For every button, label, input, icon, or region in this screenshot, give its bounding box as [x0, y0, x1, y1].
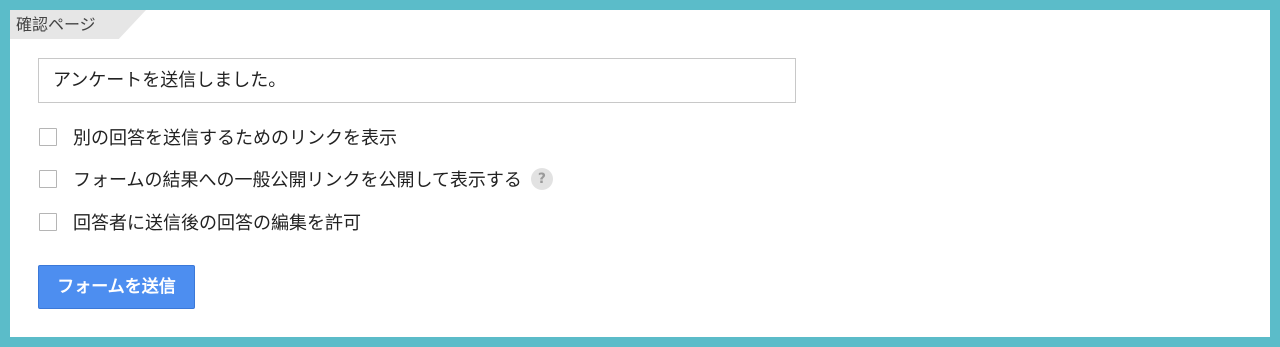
help-icon[interactable]: ?: [530, 168, 553, 190]
show-resubmit-link-label: 別の回答を送信するためのリンクを表示: [73, 128, 397, 149]
confirmation-page-panel: 確認ページ アンケートを送信しました。 別の回答を送信するためのリンクを表示 フ…: [10, 10, 1270, 337]
confirmation-page-tab: 確認ページ: [10, 10, 146, 39]
publish-results-link-checkbox[interactable]: [39, 170, 57, 188]
confirmation-message-field[interactable]: アンケートを送信しました。: [38, 58, 796, 103]
option-publish-results-link[interactable]: フォームの結果への一般公開リンクを公開して表示する ?: [39, 168, 553, 191]
option-allow-edit-after-submit[interactable]: 回答者に送信後の回答の編集を許可: [39, 211, 361, 234]
allow-edit-after-submit-label: 回答者に送信後の回答の編集を許可: [73, 213, 361, 234]
allow-edit-after-submit-checkbox[interactable]: [39, 213, 57, 231]
submit-form-button[interactable]: フォームを送信: [38, 265, 195, 309]
publish-results-link-label: フォームの結果への一般公開リンクを公開して表示する: [73, 170, 522, 191]
option-show-resubmit-link[interactable]: 別の回答を送信するためのリンクを表示: [39, 126, 397, 149]
show-resubmit-link-checkbox[interactable]: [39, 128, 57, 146]
